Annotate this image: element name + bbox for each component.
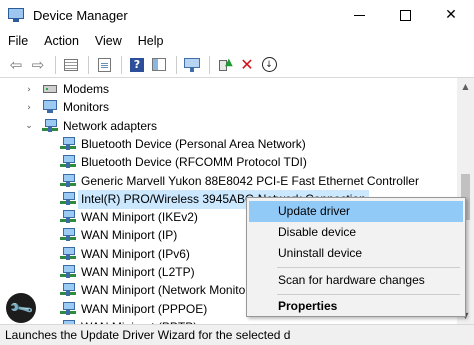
minimize-icon — [353, 14, 365, 16]
title-bar: Device Manager ✕ — [0, 0, 474, 30]
menu-separator — [277, 267, 460, 268]
status-bar: Launches the Update Driver Wizard for th… — [0, 324, 474, 345]
device-category[interactable]: › Monitors — [0, 98, 460, 117]
menu-scan-hardware-changes[interactable]: Scan for hardware changes — [249, 270, 463, 291]
scroll-up-button[interactable]: ▲ — [457, 78, 474, 95]
device-label: Bluetooth Device (RFCOMM Protocol TDI) — [81, 155, 307, 170]
device-manager-icon — [8, 8, 24, 22]
menu-separator — [277, 294, 460, 295]
device-label: WAN Miniport (IPv6) — [81, 246, 190, 261]
menu-uninstall-device[interactable]: Uninstall device — [249, 243, 463, 264]
scan-hardware-button[interactable] — [182, 55, 202, 75]
toolbar-separator — [176, 55, 177, 74]
device-label: WAN Miniport (IP) — [81, 228, 178, 243]
wrench-icon: 🔧 — [7, 294, 35, 322]
toolbar-separator — [121, 55, 122, 74]
toolbar-separator — [209, 55, 210, 74]
maximize-button[interactable] — [382, 0, 428, 30]
window-title: Device Manager — [33, 7, 128, 23]
device-item[interactable]: Bluetooth Device (RFCOMM Protocol TDI) — [0, 153, 460, 172]
back-arrow-icon: ⇦ — [9, 55, 23, 74]
menu-action[interactable]: Action — [36, 30, 87, 52]
device-category[interactable]: ⌄ Network adapters — [0, 117, 460, 136]
network-adapter-icon — [60, 173, 76, 188]
device-label: WAN Miniport (IKEv2) — [81, 210, 198, 225]
network-adapter-icon — [42, 118, 58, 133]
device-category[interactable]: › Modems — [0, 80, 460, 99]
properties-button[interactable] — [94, 55, 114, 75]
forward-arrow-icon: ⇨ — [31, 55, 45, 74]
minimize-button[interactable] — [336, 0, 382, 30]
context-menu: Update driver Disable device Uninstall d… — [246, 197, 466, 317]
help-button[interactable]: ? — [127, 55, 147, 75]
help-icon: ? — [130, 57, 144, 72]
device-label: WAN Miniport (Network Monitor — [81, 283, 250, 298]
chevron-down-icon[interactable]: ⌄ — [24, 117, 34, 136]
device-item[interactable]: Generic Marvell Yukon 88E8042 PCI-E Fast… — [0, 172, 460, 191]
chevron-right-icon[interactable]: › — [24, 98, 34, 117]
download-circle-icon: ↓ — [261, 57, 277, 72]
device-label: WAN Miniport (L2TP) — [81, 265, 195, 279]
network-adapter-icon — [60, 265, 76, 279]
device-label: Network adapters — [63, 118, 158, 133]
properties-icon — [97, 57, 111, 72]
back-button[interactable]: ⇦ — [6, 55, 26, 75]
modem-icon — [42, 82, 58, 96]
network-adapter-icon — [60, 301, 76, 316]
maximize-icon — [399, 9, 411, 21]
console-tree-icon — [64, 58, 78, 71]
toolbar: ⇦ ⇨ ? ▲ ✕ ↓ — [0, 52, 474, 78]
action-pane-button[interactable] — [149, 55, 169, 75]
device-item[interactable]: Bluetooth Device (Personal Area Network) — [0, 135, 460, 154]
monitor-icon — [42, 100, 58, 114]
device-label: Generic Marvell Yukon 88E8042 PCI-E Fast… — [81, 173, 419, 188]
close-icon: ✕ — [445, 7, 457, 23]
toolbar-separator — [55, 55, 56, 74]
menu-update-driver[interactable]: Update driver — [249, 201, 463, 222]
monitor-icon — [184, 57, 200, 72]
chevron-up-icon: ▲ — [462, 82, 469, 91]
network-adapter-icon — [60, 191, 76, 206]
network-adapter-icon — [60, 228, 76, 242]
menu-disable-device[interactable]: Disable device — [249, 222, 463, 243]
update-driver-button[interactable]: ↓ — [259, 55, 279, 75]
red-x-icon: ✕ — [240, 54, 254, 74]
status-text: Launches the Update Driver Wizard for th… — [5, 328, 291, 342]
network-adapter-icon — [60, 155, 76, 169]
forward-button[interactable]: ⇨ — [28, 55, 48, 75]
add-driver-icon: ▲ — [218, 57, 233, 72]
menu-bar: File Action View Help — [0, 30, 474, 52]
device-label: WAN Miniport (PPPOE) — [81, 301, 208, 316]
action-pane-icon — [152, 58, 166, 71]
show-hide-console-tree-button[interactable] — [61, 55, 81, 75]
device-label: Monitors — [63, 100, 110, 115]
add-driver-button[interactable]: ▲ — [215, 55, 235, 75]
close-button[interactable]: ✕ — [428, 0, 474, 30]
watermark-logo: 🔧 — [6, 293, 36, 323]
menu-view[interactable]: View — [87, 30, 130, 52]
device-label: Bluetooth Device (Personal Area Network) — [81, 136, 306, 151]
network-adapter-icon — [60, 283, 76, 297]
menu-properties[interactable]: Properties — [249, 296, 463, 317]
network-adapter-icon — [60, 246, 76, 261]
network-adapter-icon — [60, 210, 76, 224]
menu-help[interactable]: Help — [130, 30, 172, 52]
device-label: Modems — [63, 82, 110, 96]
menu-file[interactable]: File — [0, 30, 36, 52]
network-adapter-icon — [60, 136, 76, 151]
uninstall-device-button[interactable]: ✕ — [237, 55, 257, 75]
chevron-right-icon[interactable]: › — [24, 80, 34, 99]
toolbar-separator — [88, 55, 89, 74]
